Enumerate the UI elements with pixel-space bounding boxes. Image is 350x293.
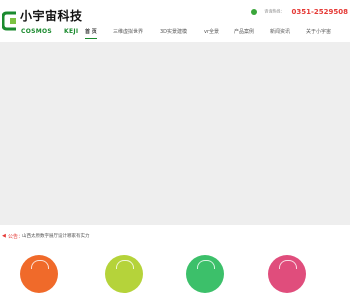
logo-text-en-left: COSMOS <box>21 28 53 35</box>
hero-banner <box>0 42 350 225</box>
feature-icon-3 <box>197 260 215 269</box>
feature-icon-1 <box>31 260 49 269</box>
feature-icon-4 <box>279 260 297 269</box>
hotline: 咨询热线： 0351-2529508 <box>251 5 348 17</box>
feature-circle-4[interactable] <box>268 255 306 293</box>
hotline-label: 咨询热线： <box>264 8 285 14</box>
nav-3d-modeling[interactable]: 3D实景建模 <box>160 26 187 38</box>
nav-vr-panorama[interactable]: vr全景 <box>204 26 219 38</box>
notice-label: 公告： <box>8 234 24 240</box>
nav-virtual-world[interactable]: 三维虚拟世界 <box>113 26 143 38</box>
notice-link[interactable]: 山西太原数字展厅设计哪家有实力 <box>22 232 90 242</box>
feature-circle-3[interactable] <box>186 255 224 293</box>
feature-icon-2 <box>116 260 134 269</box>
nav-product-cases[interactable]: 产品案例 <box>234 26 254 38</box>
nav-about[interactable]: 关于小宇宙 <box>306 26 331 38</box>
nav-news[interactable]: 新闻资讯 <box>270 26 290 38</box>
logo-icon <box>2 11 16 31</box>
logo-text-cn: 小宇宙科技 <box>20 9 83 23</box>
hotline-number: 0351-2529508 <box>291 7 348 16</box>
feature-circle-2[interactable] <box>105 255 143 293</box>
speaker-icon: ◀ <box>2 233 6 239</box>
notice-bar: ◀ 公告： 山西太原数字展厅设计哪家有实力 <box>0 232 350 242</box>
feature-circle-1[interactable] <box>20 255 58 293</box>
phone-icon <box>251 8 258 15</box>
logo-text-en-right: KEJI <box>64 28 79 35</box>
logo[interactable]: 小宇宙科技 COSMOS KEJI <box>2 8 82 42</box>
logo-text-en: COSMOS KEJI <box>21 28 78 35</box>
nav-home[interactable]: 首 页 <box>85 26 97 39</box>
